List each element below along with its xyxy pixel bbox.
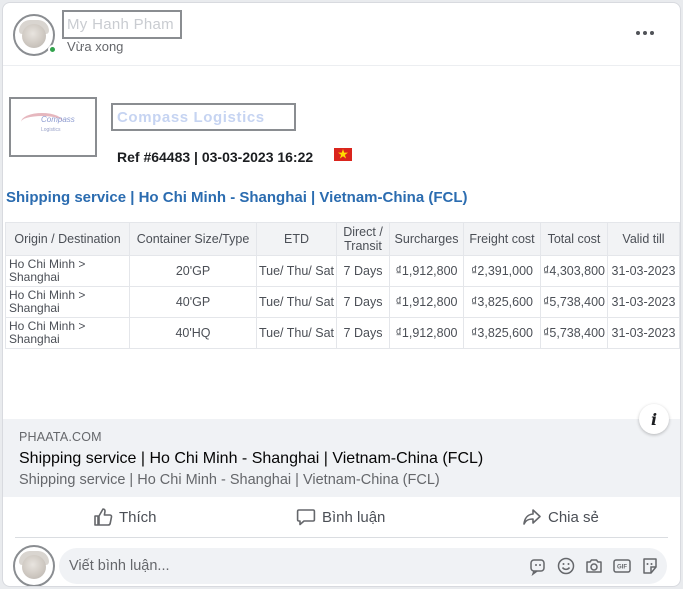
avatar-face: [22, 555, 46, 579]
column-header: ETD: [256, 222, 337, 256]
header-divider: [3, 65, 680, 66]
route-cell: Ho Chi Minh > Shanghai: [5, 255, 130, 287]
transit-cell: 7 Days: [336, 255, 390, 287]
emoji-icon[interactable]: [556, 556, 576, 576]
vietnam-flag-icon: [334, 148, 352, 161]
like-icon: [94, 508, 113, 526]
route-cell: Ho Chi Minh > Shanghai: [5, 286, 130, 318]
table-row: Ho Chi Minh > Shanghai 40'HQ Tue/ Thu/ S…: [5, 317, 680, 349]
share-icon: [523, 509, 541, 525]
like-label: Thích: [119, 508, 157, 526]
table-row: Ho Chi Minh > Shanghai 20'GP Tue/ Thu/ S…: [5, 255, 680, 287]
container-cell: 20'GP: [129, 255, 257, 287]
action-bar: Thích Bình luận Chia sẻ: [3, 499, 680, 537]
more-icon-dot: [643, 31, 647, 35]
freight-cell: ₫3,825,600: [463, 317, 541, 349]
logo-tagline: Logistics: [41, 127, 61, 133]
table-row: Ho Chi Minh > Shanghai 40'GP Tue/ Thu/ S…: [5, 286, 680, 318]
total-cell: ₫5,738,400: [540, 286, 608, 318]
route-cell: Ho Chi Minh > Shanghai: [5, 317, 130, 349]
column-header: Valid till: [607, 222, 680, 256]
comment-icon: [296, 509, 316, 526]
like-button[interactable]: Thích: [93, 499, 157, 535]
logo-mark: Compass: [41, 115, 75, 124]
column-header: Direct / Transit: [336, 222, 390, 256]
transit-cell: 7 Days: [336, 317, 390, 349]
share-button[interactable]: Chia sẻ: [522, 499, 599, 535]
etd-cell: Tue/ Thu/ Sat: [256, 317, 337, 349]
actions-divider: [15, 537, 668, 538]
more-options-button[interactable]: [627, 19, 663, 47]
freight-cell: ₫2,391,000: [463, 255, 541, 287]
camera-icon[interactable]: [584, 556, 604, 576]
online-status-dot: [48, 45, 57, 54]
comment-button[interactable]: Bình luận: [296, 499, 385, 535]
info-icon[interactable]: i: [639, 404, 669, 434]
column-header: Origin / Destination: [5, 222, 130, 256]
total-cell: ₫5,738,400: [540, 317, 608, 349]
link-title[interactable]: Shipping service | Ho Chi Minh - Shangha…: [19, 450, 483, 468]
surcharges-cell: ₫1,912,800: [389, 317, 464, 349]
valid-cell: 31-03-2023: [607, 286, 680, 318]
total-cell: ₫4,303,800: [540, 255, 608, 287]
company-logo: Compass Logistics: [9, 97, 97, 157]
table-header-row: Origin / Destination Container Size/Type…: [5, 222, 680, 256]
share-label: Chia sẻ: [548, 508, 599, 526]
column-header: Surcharges: [389, 222, 464, 256]
svg-text:GIF: GIF: [617, 565, 627, 571]
more-icon-dot: [636, 31, 640, 35]
transit-cell: 7 Days: [336, 286, 390, 318]
etd-cell: Tue/ Thu/ Sat: [256, 255, 337, 287]
post-time[interactable]: Vừa xong: [67, 39, 123, 54]
reference-line: Ref #64483 | 03-03-2023 16:22: [117, 149, 314, 165]
freight-cell: ₫3,825,600: [463, 286, 541, 318]
surcharges-cell: ₫1,912,800: [389, 286, 464, 318]
column-header: Freight cost: [463, 222, 541, 256]
container-cell: 40'GP: [129, 286, 257, 318]
comment-label: Bình luận: [322, 508, 386, 526]
container-cell: 40'HQ: [129, 317, 257, 349]
gif-icon[interactable]: GIF: [612, 556, 632, 576]
company-name: Compass Logistics: [117, 109, 265, 126]
author-name[interactable]: My Hanh Pham: [67, 16, 174, 33]
link-domain[interactable]: PHAATA.COM: [19, 430, 102, 444]
avatar-face: [22, 24, 46, 48]
rates-table: Origin / Destination Container Size/Type…: [5, 222, 680, 349]
commenter-avatar[interactable]: [13, 545, 55, 586]
comment-placeholder: Viết bình luận...: [69, 558, 170, 574]
etd-cell: Tue/ Thu/ Sat: [256, 286, 337, 318]
link-description[interactable]: Shipping service | Ho Chi Minh - Shangha…: [19, 472, 440, 488]
sticker-icon[interactable]: [528, 556, 548, 576]
post-card: My Hanh Pham Vừa xong Compass Logistics …: [2, 2, 681, 587]
column-header: Total cost: [540, 222, 608, 256]
sticker-face-icon[interactable]: [640, 556, 660, 576]
surcharges-cell: ₫1,912,800: [389, 255, 464, 287]
valid-cell: 31-03-2023: [607, 255, 680, 287]
more-icon-dot: [650, 31, 654, 35]
flag-star-icon: [338, 149, 348, 159]
service-title: Shipping service | Ho Chi Minh - Shangha…: [6, 189, 468, 206]
valid-cell: 31-03-2023: [607, 317, 680, 349]
column-header: Container Size/Type: [129, 222, 257, 256]
